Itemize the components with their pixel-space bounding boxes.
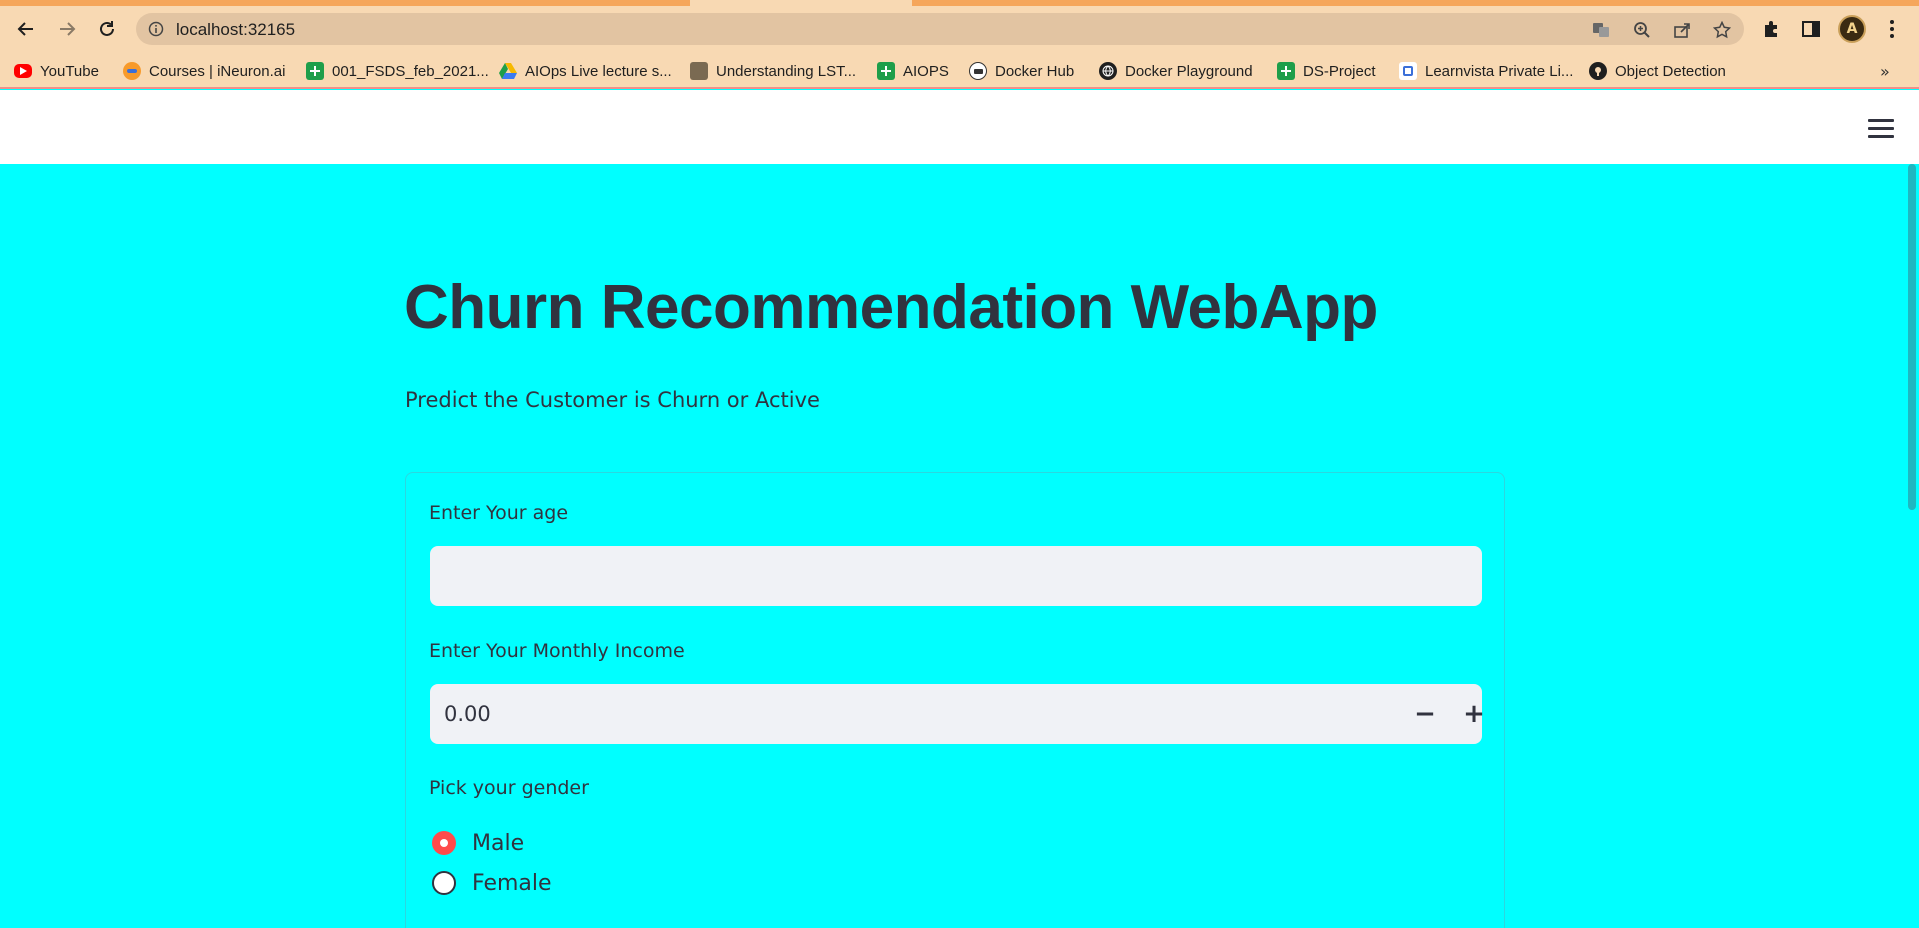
page-title: Churn Recommendation WebApp [404,273,1378,342]
sheets-icon [877,62,895,80]
increment-button[interactable]: + [1459,699,1489,729]
more-bookmarks-button[interactable]: » [1880,62,1890,81]
page-subtitle: Predict the Customer is Churn or Active [405,388,820,412]
bookmark-ineuron[interactable]: Courses | iNeuron.ai [123,58,285,84]
forward-button[interactable] [52,14,82,44]
app-header [0,90,1919,164]
bookmark-aiops[interactable]: AIOPS [877,58,949,84]
bookmark-label: Courses | iNeuron.ai [149,62,286,80]
zoom-icon[interactable] [1631,19,1653,41]
translate-icon[interactable] [1590,19,1612,41]
bookmark-label: Learnvista Private Li... [1425,62,1574,80]
radio-selected-icon[interactable] [432,831,456,855]
reload-button[interactable] [92,14,122,44]
bookmark-docker-hub[interactable]: Docker Hub [969,58,1074,84]
income-input[interactable] [430,684,1370,744]
hamburger-menu-icon[interactable] [1868,119,1894,138]
bookmark-label: AIOps Live lecture s... [525,62,672,80]
youtube-icon [14,64,32,78]
profile-avatar[interactable]: A [1838,15,1866,43]
drive-icon [499,62,517,80]
decrement-button[interactable]: − [1410,699,1440,729]
bookmark-label: AIOPS [903,62,949,80]
sheets-icon [1277,62,1295,80]
site-info-icon[interactable] [148,21,164,41]
gender-label: Pick your gender [429,777,589,799]
extensions-icon[interactable] [1759,17,1783,41]
bookmark-fsds[interactable]: 001_FSDS_feb_2021... [306,58,489,84]
sheets-icon [306,62,324,80]
bookmark-aiops-lecture[interactable]: AIOps Live lecture s... [499,58,672,84]
bookmark-star-icon[interactable] [1711,19,1733,41]
bookmarks-bar: YouTube Courses | iNeuron.ai 001_FSDS_fe… [0,52,1919,89]
bookmark-youtube[interactable]: YouTube [14,58,99,84]
bookmark-label: YouTube [40,62,99,80]
age-label: Enter Your age [429,502,569,524]
age-input[interactable] [430,546,1482,606]
radio-option-label: Female [472,870,552,896]
github-icon [1589,62,1607,80]
bookmark-label: Docker Playground [1125,62,1253,80]
income-label: Enter Your Monthly Income [429,640,685,662]
docker-icon [969,62,987,80]
bookmark-ds-project[interactable]: DS-Project [1277,58,1376,84]
bookmark-docker-playground[interactable]: Docker Playground [1099,58,1253,84]
bookmark-object-detection[interactable]: Object Detection [1589,58,1726,84]
page-scrollbar[interactable] [1908,164,1916,510]
income-number-input: − + [430,684,1485,744]
radio-option-male[interactable]: Male [432,828,524,858]
bookmark-label: Understanding LST... [716,62,857,80]
bookmark-understanding-lst[interactable]: Understanding LST... [690,58,856,84]
side-panel-icon[interactable] [1799,17,1823,41]
browser-toolbar: localhost:32165 A [0,6,1919,52]
back-arrow-icon [17,22,33,36]
address-bar[interactable]: localhost:32165 [136,13,1744,45]
share-icon[interactable] [1671,19,1693,41]
url-text[interactable]: localhost:32165 [176,20,295,40]
bookmark-learnvista[interactable]: Learnvista Private Li... [1399,58,1573,84]
learnvista-icon [1399,62,1417,80]
radio-option-label: Male [472,830,525,856]
bookmark-label: 001_FSDS_feb_2021... [332,62,489,80]
bookmark-label: Object Detection [1615,62,1726,80]
bookmark-label: Docker Hub [995,62,1075,80]
browser-menu-icon[interactable] [1880,17,1904,41]
back-button[interactable] [11,14,41,44]
forward-arrow-icon [60,22,76,36]
radio-unselected-icon[interactable] [432,871,456,895]
churn-form: Enter Your age Enter Your Monthly Income… [405,472,1505,928]
bookmark-label: DS-Project [1303,62,1376,80]
ineuron-icon [123,62,141,80]
radio-option-female[interactable]: Female [432,868,552,898]
reload-icon [100,21,114,36]
globe-icon [1099,62,1117,80]
image-icon [690,62,708,80]
